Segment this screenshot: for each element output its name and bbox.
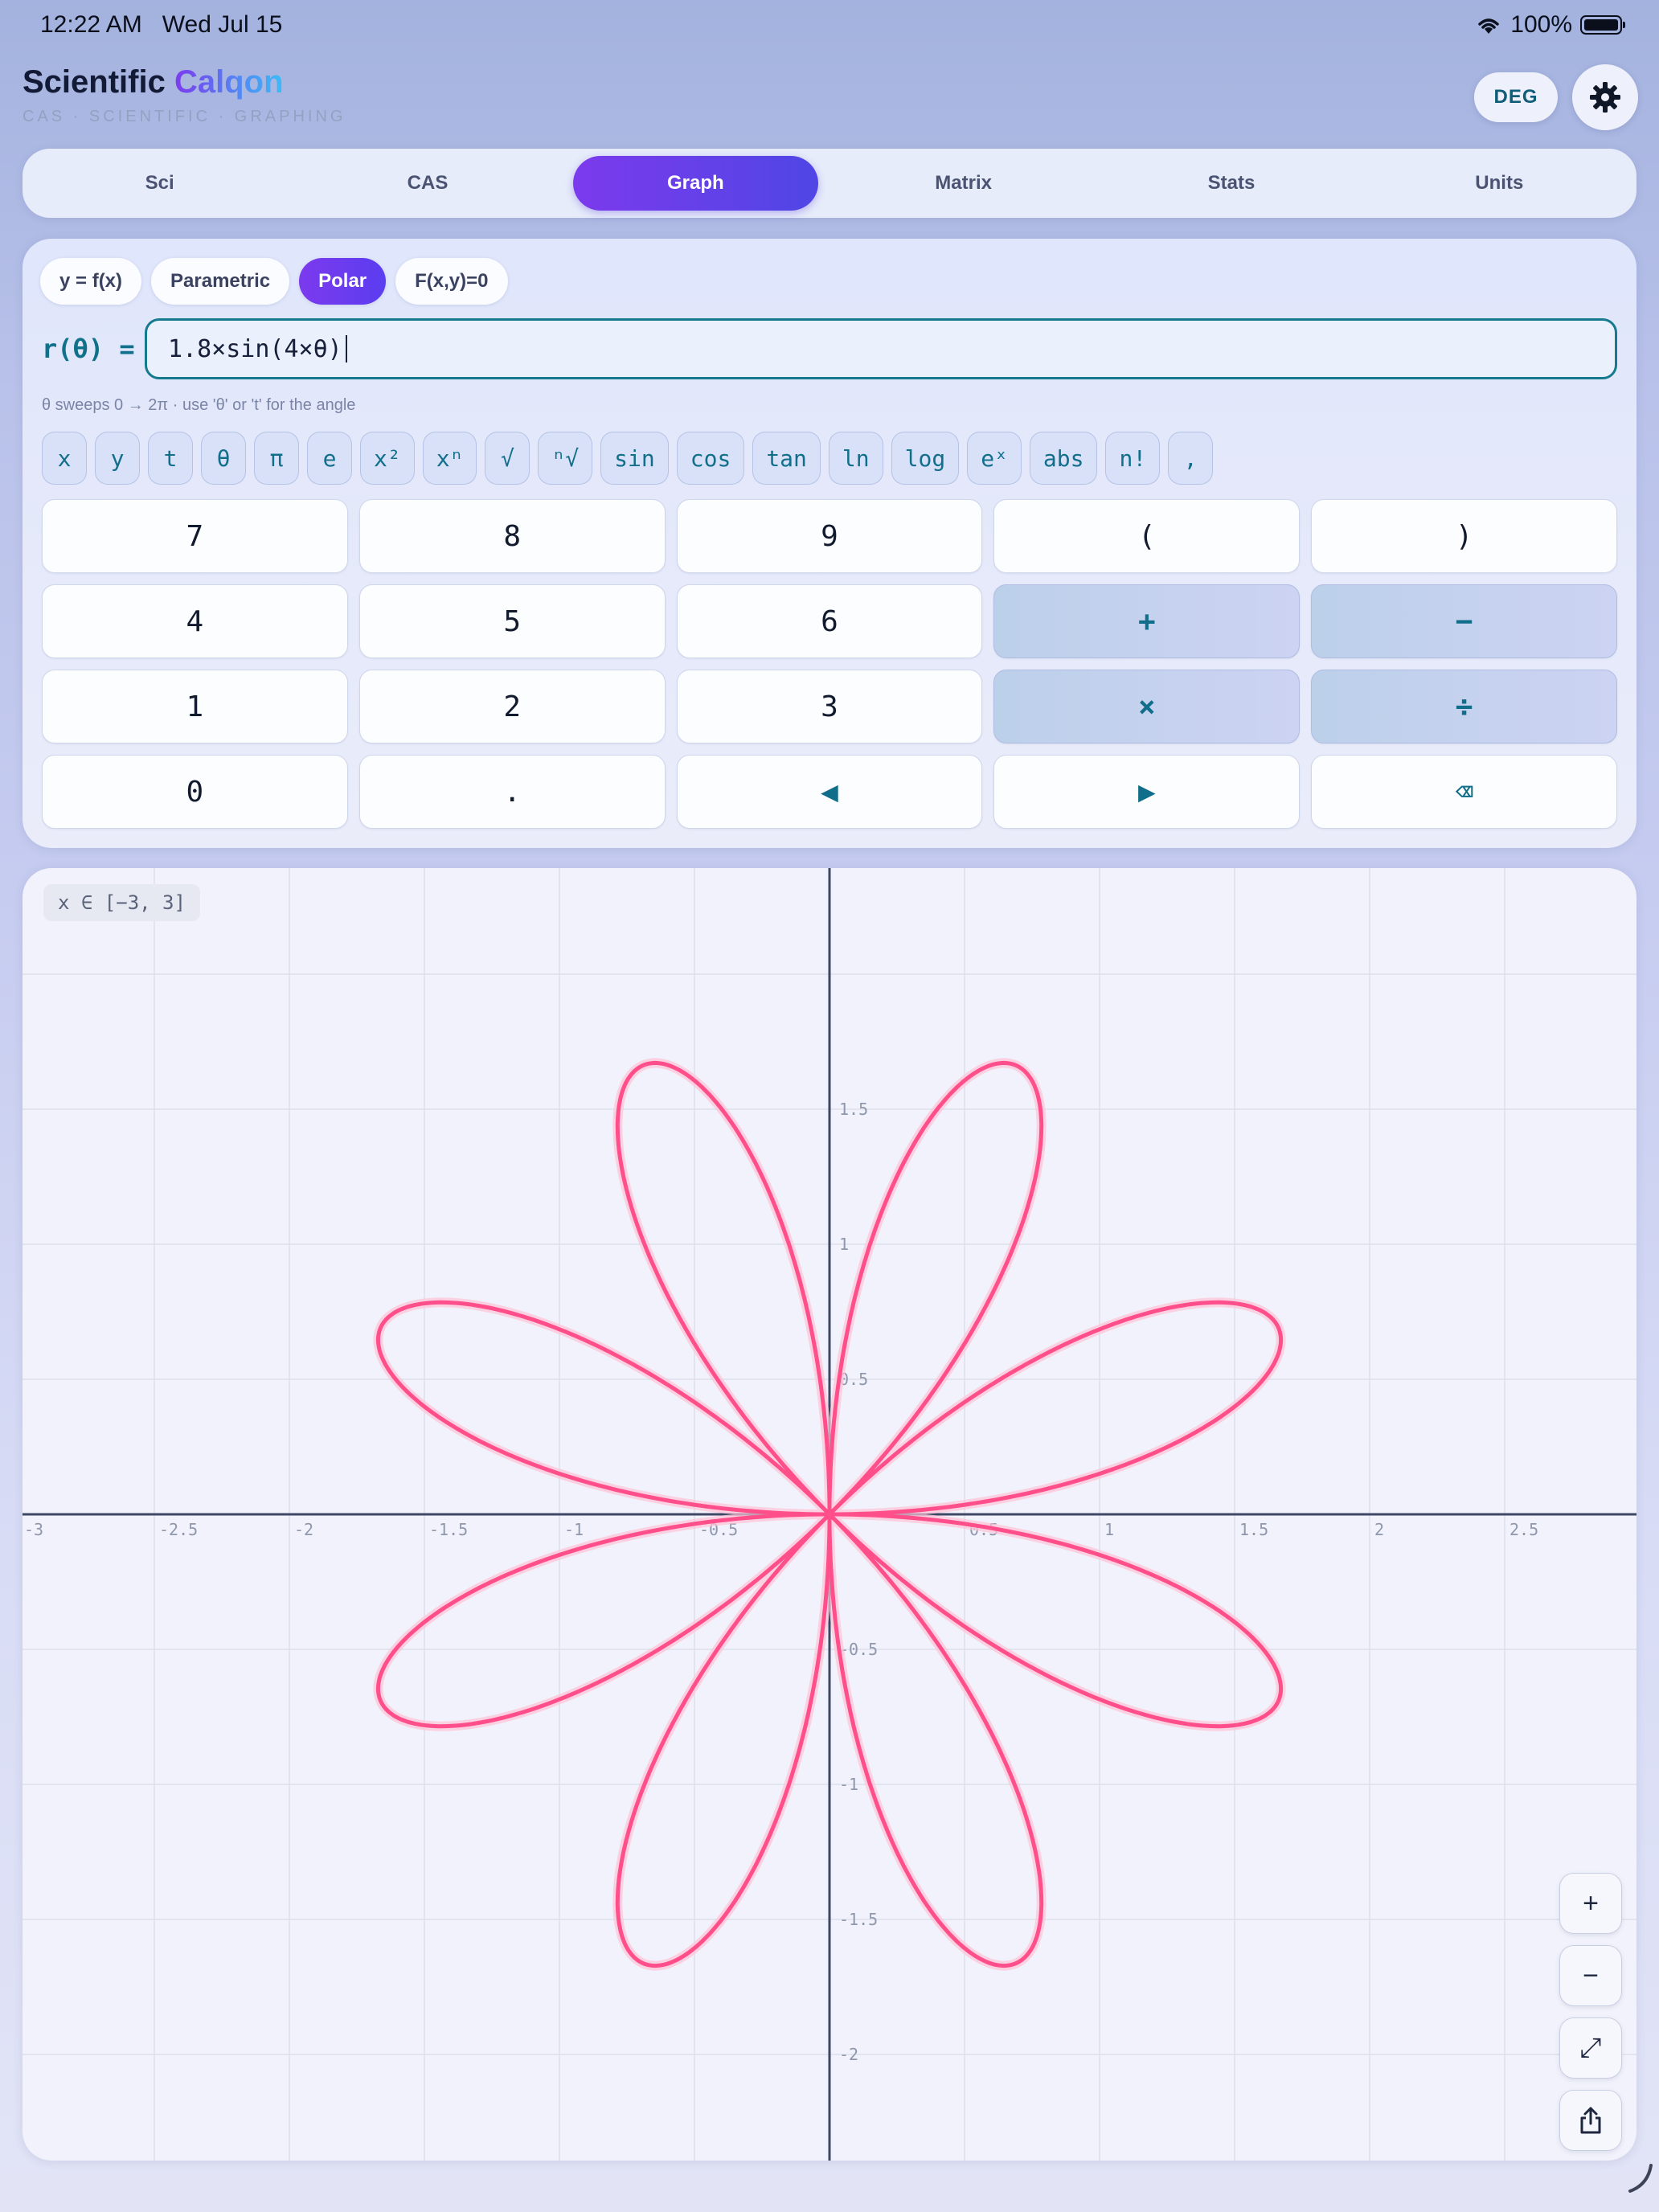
zoom-out-button[interactable]: −: [1559, 1945, 1622, 2006]
input-panel: y = f(x) Parametric Polar F(x,y)=0 r(θ) …: [23, 239, 1636, 848]
tab-stats[interactable]: Stats: [1108, 156, 1354, 211]
key-square[interactable]: x²: [360, 432, 415, 485]
x-tick-label: 2: [1374, 1520, 1384, 1539]
key-open-paren[interactable]: (: [993, 499, 1301, 573]
key-abs[interactable]: abs: [1029, 432, 1098, 485]
tab-units[interactable]: Units: [1377, 156, 1622, 211]
y-tick-label: -1: [839, 1775, 858, 1794]
key-exp[interactable]: eˣ: [967, 432, 1022, 485]
key-power[interactable]: xⁿ: [422, 432, 477, 485]
zoom-controls: + − ⤢: [1559, 1873, 1622, 2151]
key-tan[interactable]: tan: [752, 432, 821, 485]
mode-tabs: Sci CAS Graph Matrix Stats Units: [23, 149, 1636, 218]
status-bar: 12:22 AM Wed Jul 15 100%: [0, 0, 1659, 51]
key-0[interactable]: 0: [42, 755, 348, 829]
key-y[interactable]: y: [95, 432, 140, 485]
x-tick-label: -1.5: [429, 1520, 468, 1539]
y-tick-label: 1.5: [839, 1100, 868, 1119]
function-label: r(θ) =: [42, 334, 135, 364]
graph-canvas[interactable]: -3 -2.5 -2 -1.5 -1 -0.5 0.5 1 1.5 2 2.5 …: [23, 868, 1636, 2161]
key-2[interactable]: 2: [358, 670, 666, 743]
x-tick-label: -2: [294, 1520, 313, 1539]
battery-icon: [1580, 15, 1625, 35]
angle-mode-button[interactable]: DEG: [1474, 72, 1558, 122]
key-divide[interactable]: ÷: [1311, 670, 1617, 743]
x-tick-label: -1: [564, 1520, 584, 1539]
x-tick-label: 2.5: [1509, 1520, 1538, 1539]
key-8[interactable]: 8: [358, 499, 666, 573]
zoom-in-button[interactable]: +: [1559, 1873, 1622, 1934]
fit-view-button[interactable]: ⤢: [1559, 2017, 1622, 2079]
key-decimal[interactable]: .: [358, 755, 666, 829]
key-6[interactable]: 6: [676, 584, 983, 658]
key-7[interactable]: 7: [42, 499, 348, 573]
settings-button[interactable]: [1572, 64, 1638, 130]
x-tick-label: 1: [1104, 1520, 1114, 1539]
share-icon: [1580, 2107, 1601, 2134]
brand-name: Calqon: [174, 64, 284, 100]
graph-mode-parametric[interactable]: Parametric: [151, 258, 290, 305]
graph-mode-polar[interactable]: Polar: [299, 258, 387, 305]
input-hint: θ sweeps 0 → 2π · use 'θ' or 't' for the…: [42, 396, 356, 414]
cursor-right-button[interactable]: ▶: [993, 755, 1301, 829]
key-theta[interactable]: θ: [201, 432, 246, 485]
key-pi[interactable]: π: [254, 432, 299, 485]
key-multiply[interactable]: ×: [993, 670, 1301, 743]
resize-handle-icon[interactable]: [1627, 2162, 1654, 2194]
key-nth-root[interactable]: ⁿ√: [538, 432, 593, 485]
x-tick-label: -3: [24, 1520, 43, 1539]
key-comma[interactable]: ,: [1168, 432, 1214, 485]
key-t[interactable]: t: [148, 432, 193, 485]
battery-percent: 100%: [1510, 11, 1572, 38]
y-tick-label: 1: [839, 1235, 849, 1254]
key-factorial[interactable]: n!: [1105, 432, 1161, 485]
key-1[interactable]: 1: [42, 670, 348, 743]
tab-sci[interactable]: Sci: [37, 156, 282, 211]
key-9[interactable]: 9: [676, 499, 983, 573]
key-e[interactable]: e: [307, 432, 352, 485]
function-keys: x y t θ π e x² xⁿ √ ⁿ√ sin cos tan ln lo…: [42, 432, 1214, 485]
tab-graph[interactable]: Graph: [572, 156, 818, 211]
key-5[interactable]: 5: [358, 584, 666, 658]
status-time: 12:22 AM Wed Jul 15: [40, 11, 283, 38]
share-button[interactable]: [1559, 2090, 1622, 2151]
range-label: x ∈ [−3, 3]: [43, 884, 200, 921]
y-tick-label: -1.5: [839, 1910, 878, 1929]
key-4[interactable]: 4: [42, 584, 348, 658]
key-sin[interactable]: sin: [600, 432, 669, 485]
key-minus[interactable]: −: [1311, 584, 1617, 658]
graph-mode-selector: y = f(x) Parametric Polar F(x,y)=0: [40, 258, 508, 305]
key-cos[interactable]: cos: [676, 432, 745, 485]
tab-matrix[interactable]: Matrix: [841, 156, 1086, 211]
tab-cas[interactable]: CAS: [305, 156, 550, 211]
text-caret: [345, 335, 347, 363]
cursor-left-button[interactable]: ◀: [676, 755, 983, 829]
graph-mode-function[interactable]: y = f(x): [40, 258, 142, 305]
x-tick-label: -2.5: [159, 1520, 198, 1539]
key-3[interactable]: 3: [676, 670, 983, 743]
key-close-paren[interactable]: ): [1311, 499, 1617, 573]
key-x[interactable]: x: [42, 432, 87, 485]
backspace-button[interactable]: ⌫: [1311, 755, 1617, 829]
keypad: 7 8 9 ( ) 4 5 6 + − 1 2 3 × ÷ 0 . ◀ ▶ ⌫: [42, 499, 1617, 829]
app-subtitle: CAS · SCIENTIFIC · GRAPHING: [23, 108, 346, 125]
app-title: Scientific Calqon: [23, 64, 284, 100]
wifi-icon: [1478, 18, 1500, 34]
function-input-value: 1.8×sin(4×θ): [168, 334, 342, 363]
gear-icon: [1590, 82, 1620, 113]
key-sqrt[interactable]: √: [485, 432, 530, 485]
function-input[interactable]: 1.8×sin(4×θ): [145, 318, 1617, 379]
graph-panel[interactable]: -3 -2.5 -2 -1.5 -1 -0.5 0.5 1 1.5 2 2.5 …: [23, 868, 1636, 2161]
graph-mode-implicit[interactable]: F(x,y)=0: [395, 258, 508, 305]
status-right: 100%: [1475, 11, 1625, 39]
y-tick-label: -2: [839, 2045, 858, 2064]
key-log[interactable]: log: [891, 432, 960, 485]
key-ln[interactable]: ln: [828, 432, 883, 485]
key-plus[interactable]: +: [993, 584, 1301, 658]
x-tick-label: 1.5: [1239, 1520, 1268, 1539]
